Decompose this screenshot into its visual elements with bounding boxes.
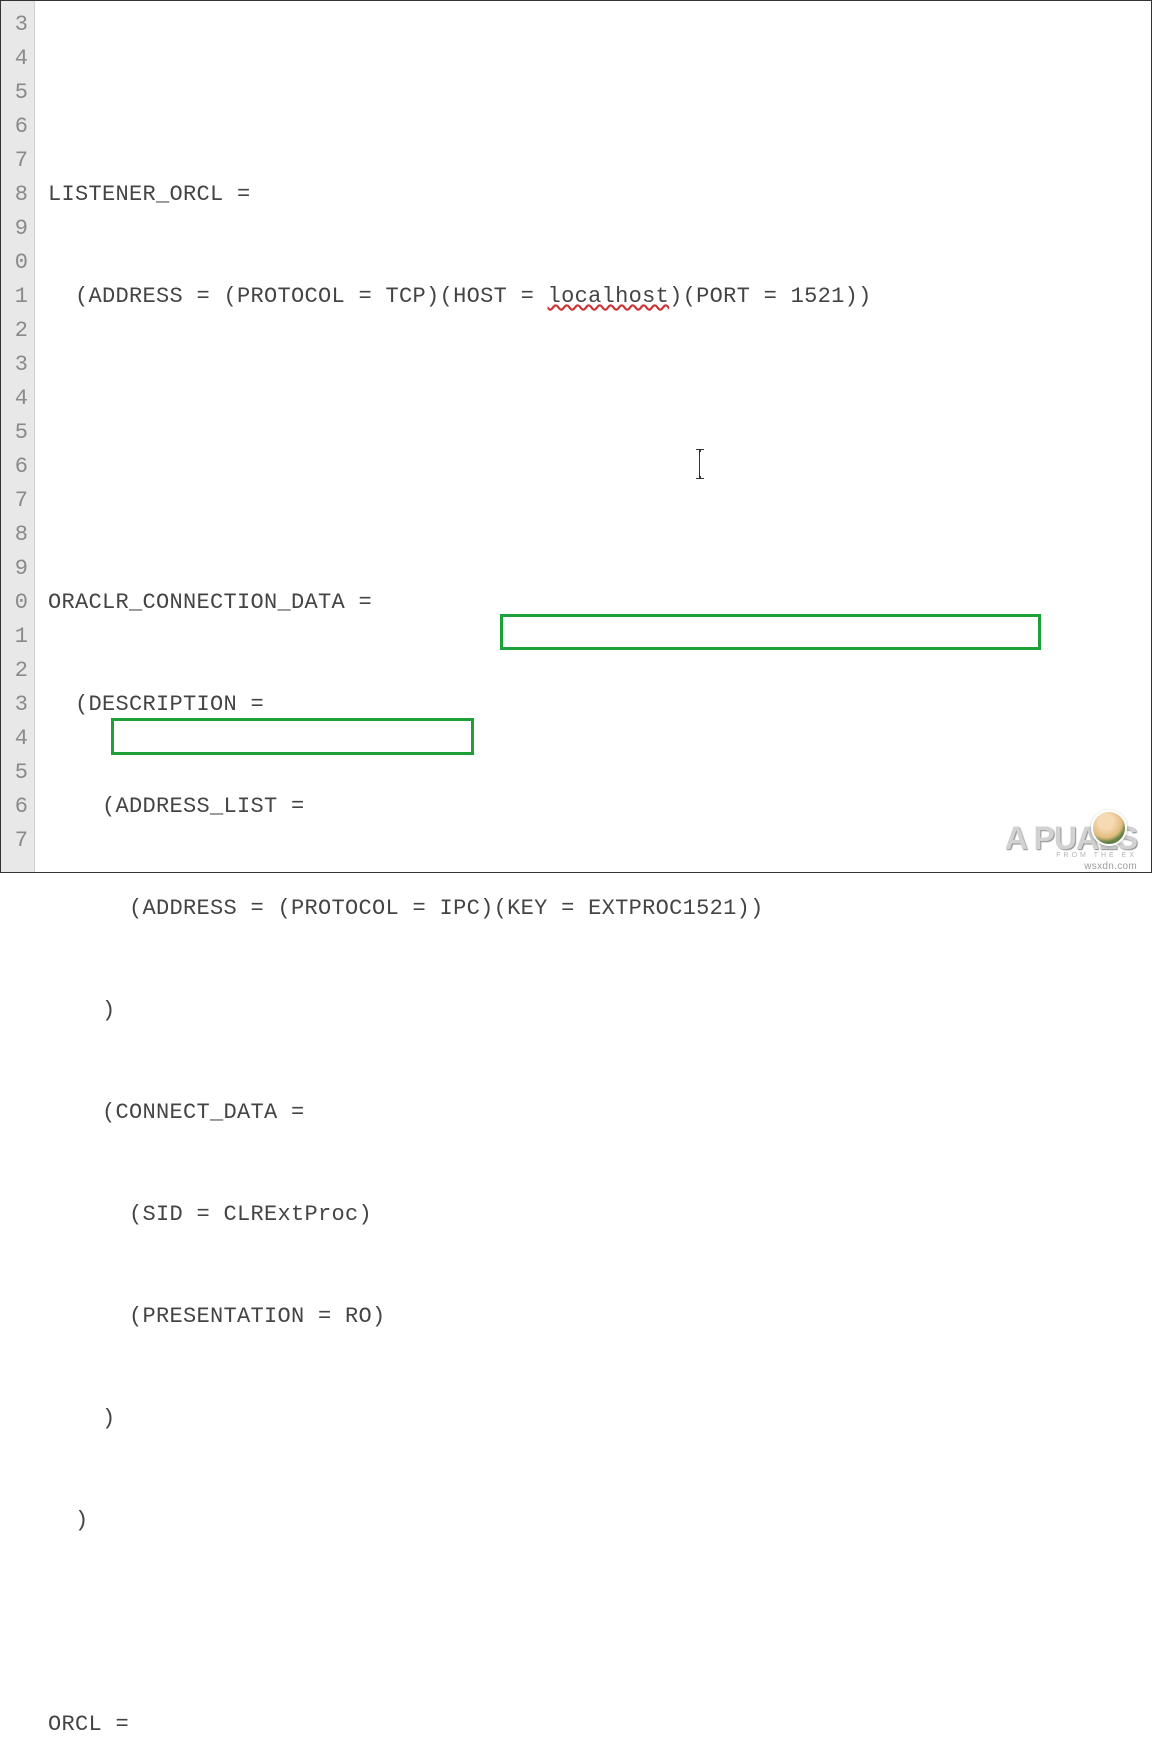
code-line[interactable]: (PRESENTATION = RO) bbox=[48, 1300, 1151, 1334]
line-number: 0 bbox=[1, 586, 34, 620]
line-number: 6 bbox=[1, 790, 34, 824]
line-number: 4 bbox=[1, 722, 34, 756]
line-number: 3 bbox=[1, 688, 34, 722]
watermark: A PUALS FROM THE EX wsxdn.com bbox=[1005, 822, 1137, 872]
code-line[interactable]: ORCL = bbox=[48, 1708, 1151, 1742]
line-number: 7 bbox=[1, 484, 34, 518]
line-number: 5 bbox=[1, 756, 34, 790]
line-number-gutter: 3 4 5 6 7 8 9 0 1 2 3 4 5 6 7 8 9 0 1 2 … bbox=[1, 1, 35, 872]
line-number: 9 bbox=[1, 552, 34, 586]
line-number: 2 bbox=[1, 314, 34, 348]
line-number: 7 bbox=[1, 824, 34, 858]
spell-flag: localhost bbox=[548, 284, 670, 309]
code-line[interactable]: ) bbox=[48, 1504, 1151, 1538]
line-number: 2 bbox=[1, 654, 34, 688]
line-number: 3 bbox=[1, 348, 34, 382]
code-line[interactable]: LISTENER_ORCL = bbox=[48, 178, 1151, 212]
code-line[interactable]: (ADDRESS = (PROTOCOL = TCP)(HOST = local… bbox=[48, 280, 1151, 314]
code-area[interactable]: LISTENER_ORCL = (ADDRESS = (PROTOCOL = T… bbox=[35, 1, 1151, 872]
line-number: 4 bbox=[1, 382, 34, 416]
line-number: 7 bbox=[1, 144, 34, 178]
line-number: 8 bbox=[1, 518, 34, 552]
line-number: 9 bbox=[1, 212, 34, 246]
code-line[interactable]: (DESCRIPTION = bbox=[48, 688, 1151, 722]
code-text: )(PORT = 1521)) bbox=[669, 284, 872, 309]
code-line[interactable]: ) bbox=[48, 1402, 1151, 1436]
code-line[interactable]: (SID = CLRExtProc) bbox=[48, 1198, 1151, 1232]
line-number: 4 bbox=[1, 42, 34, 76]
code-line[interactable] bbox=[48, 1606, 1151, 1640]
line-number: 1 bbox=[1, 620, 34, 654]
code-line[interactable]: (ADDRESS = (PROTOCOL = IPC)(KEY = EXTPRO… bbox=[48, 892, 1151, 926]
code-line[interactable]: (ADDRESS_LIST = bbox=[48, 790, 1151, 824]
line-number: 5 bbox=[1, 76, 34, 110]
text-cursor-icon bbox=[699, 449, 701, 479]
code-editor[interactable]: 3 4 5 6 7 8 9 0 1 2 3 4 5 6 7 8 9 0 1 2 … bbox=[1, 1, 1151, 872]
line-number: 3 bbox=[1, 8, 34, 42]
line-number: 1 bbox=[1, 280, 34, 314]
watermark-url: wsxdn.com bbox=[1005, 861, 1137, 872]
code-line[interactable]: (CONNECT_DATA = bbox=[48, 1096, 1151, 1130]
line-number: 6 bbox=[1, 110, 34, 144]
line-number: 6 bbox=[1, 450, 34, 484]
code-line[interactable]: ORACLR_CONNECTION_DATA = bbox=[48, 586, 1151, 620]
code-line[interactable] bbox=[48, 382, 1151, 416]
code-line[interactable] bbox=[48, 484, 1151, 518]
code-line[interactable]: ) bbox=[48, 994, 1151, 1028]
line-number: 8 bbox=[1, 178, 34, 212]
line-number: 5 bbox=[1, 416, 34, 450]
code-line[interactable] bbox=[48, 76, 1151, 110]
line-number: 0 bbox=[1, 246, 34, 280]
avatar-icon bbox=[1091, 810, 1127, 846]
code-text: (ADDRESS = (PROTOCOL = TCP)(HOST = bbox=[48, 284, 548, 309]
